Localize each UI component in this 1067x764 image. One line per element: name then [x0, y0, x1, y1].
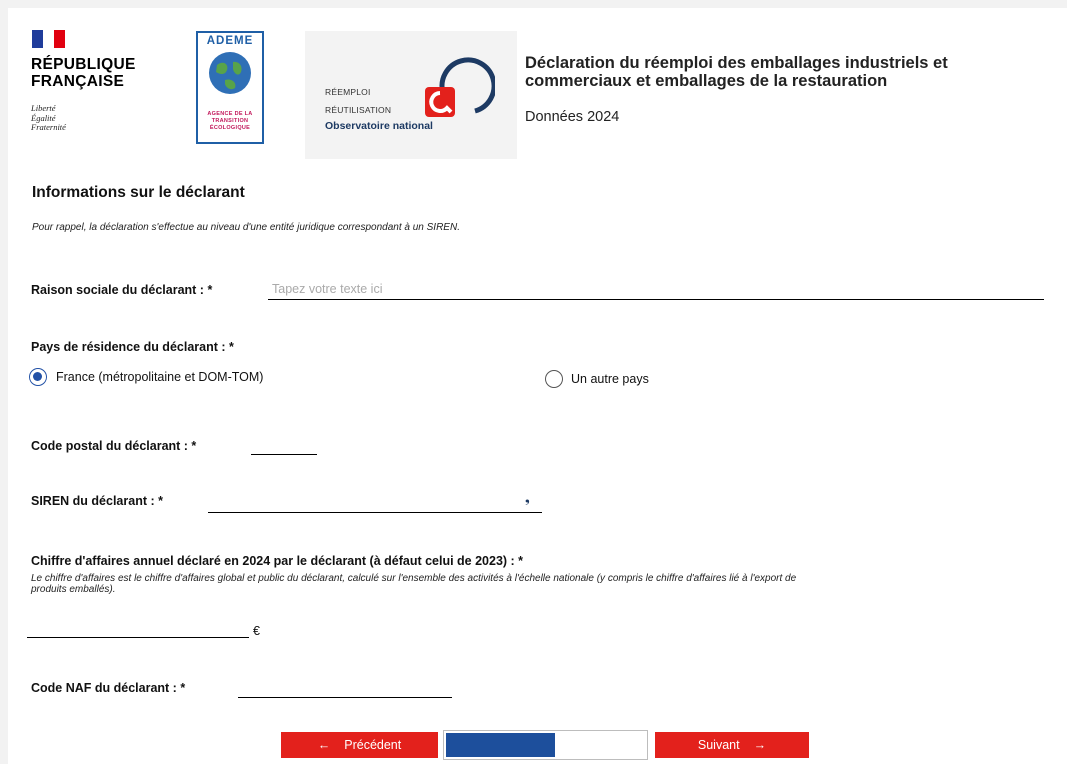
observatoire-logo: RÉEMPLOI RÉUTILISATION Observatoire nati… [305, 31, 517, 159]
chiffre-affaires-label: Chiffre d'affaires annuel déclaré en 202… [31, 554, 524, 568]
obs-name: Observatoire national [325, 120, 433, 132]
code-naf-label: Code NAF du déclarant : * [31, 681, 186, 695]
next-button-label: Suivant [697, 738, 740, 752]
code-postal-label: Code postal du déclarant : * [31, 439, 197, 453]
ademe-logo: ADEME AGENCE DE LA TRANSITION ÉCOLOGIQUE [196, 31, 264, 144]
arrow-left-icon: ← [317, 738, 331, 752]
code-postal-field[interactable] [251, 454, 317, 455]
progress-fill [446, 733, 555, 757]
chiffre-affaires-help: Le chiffre d'affaires est le chiffre d'a… [31, 573, 797, 595]
siren-field[interactable] [208, 512, 542, 513]
radio-france-label[interactable]: France (métropolitaine et DOM-TOM) [56, 370, 263, 384]
observatoire-emblem-icon [425, 57, 495, 117]
chiffre-affaires-field[interactable] [27, 637, 249, 638]
siren-lookup-icon[interactable]: ❟ [525, 491, 530, 506]
next-button[interactable]: Suivant → [655, 732, 809, 758]
euro-symbol: € [253, 624, 260, 638]
raison-sociale-input[interactable] [268, 279, 1044, 300]
radio-france[interactable] [29, 368, 47, 386]
raison-sociale-label: Raison sociale du déclarant : * [31, 283, 213, 297]
marianne-flag-icon [32, 30, 65, 48]
globe-icon [209, 52, 251, 94]
previous-button[interactable]: ← Précédent [281, 732, 438, 758]
section-title: Informations sur le déclarant [32, 184, 245, 201]
pays-label: Pays de résidence du déclarant : * [31, 340, 234, 354]
arrow-right-icon: → [753, 738, 767, 752]
rf-motto: Liberté Égalité Fraternité [31, 103, 66, 132]
page-title: Déclaration du réemploi des emballages i… [525, 54, 948, 90]
year-label: Données 2024 [525, 109, 620, 125]
siren-label: SIREN du déclarant : * [31, 494, 163, 508]
republique-francaise-logo: RÉPUBLIQUE FRANÇAISE [31, 56, 136, 90]
previous-button-label: Précédent [344, 738, 402, 752]
radio-autre-pays-label[interactable]: Un autre pays [571, 372, 649, 386]
progress-bar [443, 730, 648, 760]
radio-autre-pays[interactable] [545, 370, 563, 388]
siren-reminder-note: Pour rappel, la déclaration s'effectue a… [32, 222, 460, 233]
code-naf-field[interactable] [238, 697, 452, 698]
obs-subtitle: RÉEMPLOI RÉUTILISATION [325, 87, 392, 115]
